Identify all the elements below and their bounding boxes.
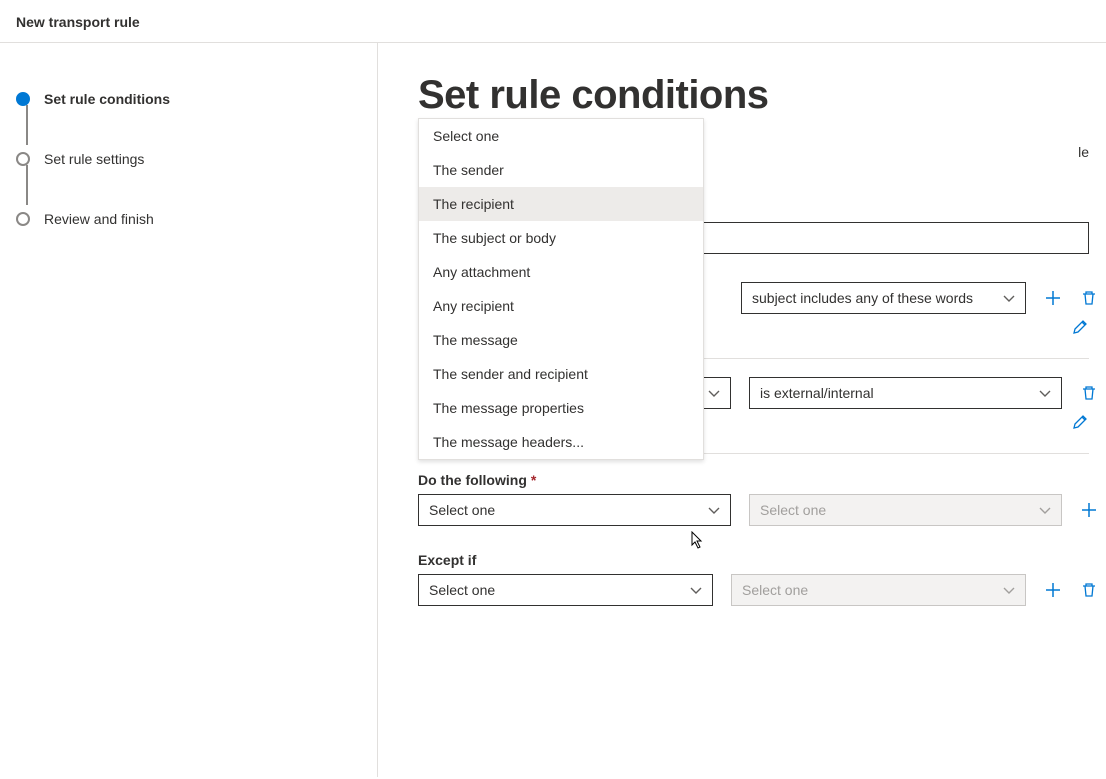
header: New transport rule [0,0,1106,43]
except-if-row: Select one Select one [418,574,1098,606]
except-if-label: Except if [418,552,1098,568]
dropdown-item[interactable]: Any attachment [419,255,703,289]
do-following-label: Do the following* [418,472,1098,488]
dropdown-item[interactable]: The message [419,323,703,357]
condition-subject-dropdown[interactable]: Select oneThe senderThe recipientThe sub… [418,118,704,460]
chevron-down-icon [708,387,720,399]
label-text: Do the following [418,472,527,488]
select-value: is external/internal [760,385,874,401]
do-following-value-select: Select one [749,494,1062,526]
wizard-steps: Set rule conditions Set rule settings Re… [12,83,357,235]
do-following-action-select[interactable]: Select one [418,494,731,526]
required-asterisk: * [531,472,536,488]
step-label: Set rule settings [44,151,144,167]
dropdown-item[interactable]: Select one [419,119,703,153]
dropdown-item[interactable]: The subject or body [419,221,703,255]
row-actions [1044,289,1098,307]
step-connector [26,105,28,145]
step-dot-icon [16,152,30,166]
sidebar: Set rule conditions Set rule settings Re… [0,43,378,777]
page-title: Set rule conditions [418,73,1098,118]
add-condition-button[interactable] [1044,289,1062,307]
chevron-down-icon [1003,584,1015,596]
step-set-rule-conditions[interactable]: Set rule conditions [16,83,357,115]
edit-condition-button[interactable] [1071,413,1089,431]
delete-condition-button[interactable] [1080,384,1098,402]
step-set-rule-settings[interactable]: Set rule settings [16,143,357,175]
dropdown-item[interactable]: The message properties [419,391,703,425]
chevron-down-icon [1039,387,1051,399]
dropdown-item[interactable]: The recipient [419,187,703,221]
condition-predicate-select-2[interactable]: is external/internal [749,377,1062,409]
step-connector [26,165,28,205]
add-exception-button[interactable] [1044,581,1062,599]
main-content: Set rule conditions le subject includes … [378,43,1106,777]
select-value: Select one [429,502,495,518]
select-value: subject includes any of these words [752,290,973,306]
step-review-and-finish[interactable]: Review and finish [16,203,357,235]
select-value: Select one [429,582,495,598]
step-dot-icon [16,92,30,106]
edit-condition-button[interactable] [1071,318,1089,336]
chevron-down-icon [708,504,720,516]
dropdown-item[interactable]: The sender [419,153,703,187]
layout: Set rule conditions Set rule settings Re… [0,43,1106,777]
delete-exception-button[interactable] [1080,581,1098,599]
condition-predicate-select[interactable]: subject includes any of these words [741,282,1026,314]
add-action-button[interactable] [1080,501,1098,519]
step-label: Set rule conditions [44,91,170,107]
do-following-row: Select one Select one [418,494,1098,526]
page-header-title: New transport rule [16,14,1090,30]
chevron-down-icon [690,584,702,596]
chevron-down-icon [1003,292,1015,304]
step-label: Review and finish [44,211,154,227]
except-if-value-select: Select one [731,574,1026,606]
delete-condition-button[interactable] [1080,289,1098,307]
select-placeholder: Select one [760,502,826,518]
step-dot-icon [16,212,30,226]
dropdown-item[interactable]: The message headers... [419,425,703,459]
select-placeholder: Select one [742,582,808,598]
dropdown-item[interactable]: Any recipient [419,289,703,323]
chevron-down-icon [1039,504,1051,516]
obscured-text: le [1078,144,1089,160]
dropdown-item[interactable]: The sender and recipient [419,357,703,391]
except-if-subject-select[interactable]: Select one [418,574,713,606]
